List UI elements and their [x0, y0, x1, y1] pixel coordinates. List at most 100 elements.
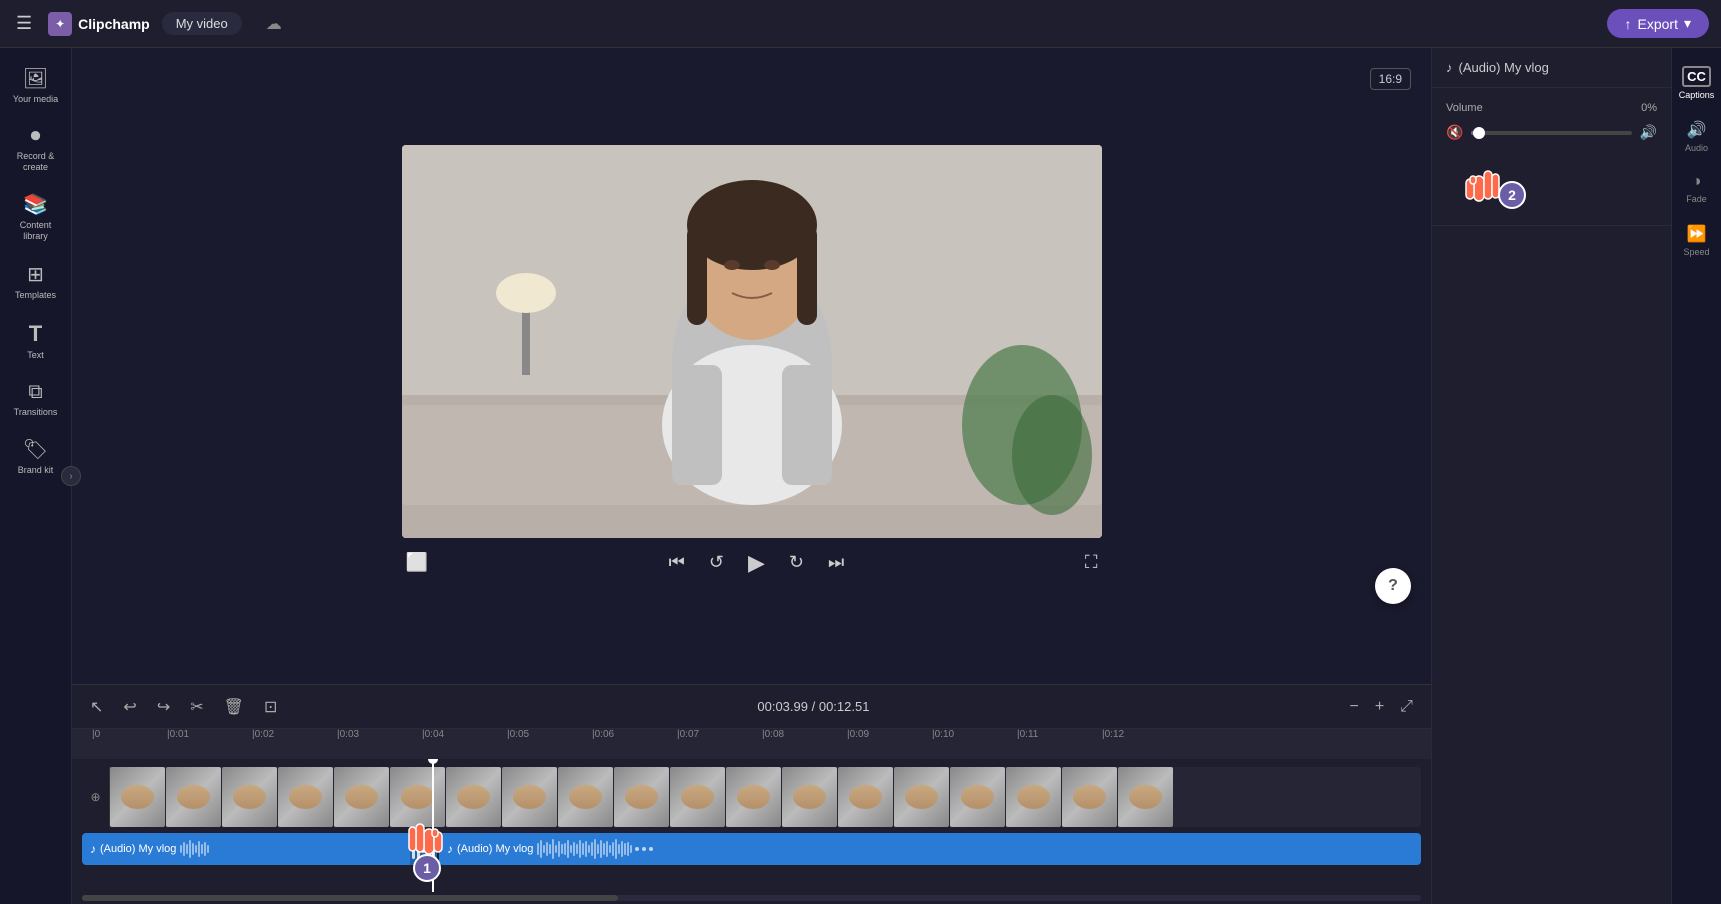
play-button[interactable]: ▶ — [744, 546, 769, 580]
preview-area: 16:9 — [72, 48, 1431, 684]
panel-title: (Audio) My vlog — [1459, 60, 1549, 75]
captions-icon: CC — [1682, 66, 1711, 87]
panel-title-icon: ♪ — [1446, 60, 1453, 75]
select-tool-button[interactable]: ↖ — [84, 693, 109, 721]
video-track-add[interactable]: ⊕ — [82, 767, 110, 827]
audio-waveform-1 — [180, 839, 429, 859]
zoom-controls: − + ⤢ — [1343, 694, 1419, 720]
sidebar-item-your-media[interactable]: 🖼 Your media — [4, 58, 68, 113]
split-arrow-right[interactable]: ▶ — [422, 844, 430, 855]
audio-track-row: ♪ (Audio) My vlog — [82, 833, 1421, 865]
record-create-icon: ⏺ — [31, 125, 41, 148]
logo: ✦ Clipchamp — [48, 12, 150, 36]
tab-label: My video — [176, 16, 228, 31]
center-area: 16:9 — [72, 48, 1431, 904]
video-background — [402, 145, 1102, 538]
skip-back-button[interactable]: ⏮ — [665, 548, 689, 577]
right-panel: ♪ (Audio) My vlog Volume 0% 🔇 🔊 — [1431, 48, 1671, 904]
redo-button[interactable]: ↪ — [151, 693, 176, 721]
tab-captions-label: Captions — [1679, 90, 1715, 100]
ruler-mark-0: |0 — [92, 729, 100, 740]
audio-track-2[interactable]: ♪ (Audio) My vlog — [439, 833, 1421, 865]
tab-fade-label: Fade — [1686, 194, 1707, 204]
audio-waveform-2 — [537, 839, 1413, 859]
volume-slider[interactable] — [1471, 131, 1631, 135]
ruler-marks: |0 |0:01 |0:02 |0:03 |0:04 |0:05 |0:06 |… — [82, 729, 1431, 755]
sidebar-collapse-button[interactable]: › — [61, 466, 81, 486]
thumb-frame — [670, 767, 725, 827]
volume-label-row: Volume 0% — [1446, 102, 1657, 114]
audio-track-2-icon: ♪ — [447, 842, 453, 856]
sidebar-item-content-library[interactable]: 📚 Contentlibrary — [4, 184, 68, 250]
cut-button[interactable]: ✂ — [184, 693, 209, 721]
help-button[interactable]: ? — [1375, 568, 1411, 604]
thumb-frame — [838, 767, 893, 827]
thumb-frame — [334, 767, 389, 827]
expand-timeline-button[interactable]: ⤢ — [1394, 694, 1419, 720]
topbar-right: ↑ Export ▾ — [1607, 9, 1710, 38]
zoom-out-button[interactable]: − — [1343, 694, 1364, 720]
thumb-frame — [614, 767, 669, 827]
thumb-frame — [558, 767, 613, 827]
sidebar-item-transitions[interactable]: ⧉ Transitions — [4, 373, 68, 426]
sidebar-item-brand-kit[interactable]: 🏷 Brand kit — [4, 429, 68, 484]
audio-track-1-label: (Audio) My vlog — [100, 843, 176, 855]
audio-track-1[interactable]: ♪ (Audio) My vlog — [82, 833, 437, 865]
scrollbar-thumb[interactable] — [82, 895, 618, 901]
sidebar-item-record-create[interactable]: ⏺ Record &create — [4, 117, 68, 181]
delete-button[interactable]: 🗑 — [218, 693, 250, 721]
export-button[interactable]: ↑ Export ▾ — [1607, 9, 1710, 38]
export-frame-button[interactable]: ⊡ — [258, 693, 283, 721]
brand-kit-icon: 🏷 — [23, 437, 48, 462]
video-tab[interactable]: My video — [162, 12, 242, 35]
aspect-ratio-badge: 16:9 — [1370, 68, 1411, 90]
thumb-frame — [110, 767, 165, 827]
timeline-timecode: 00:03.99 / 00:12.51 — [757, 699, 869, 714]
rewind-button[interactable]: ↺ — [705, 548, 728, 577]
thumb-frame — [278, 767, 333, 827]
sidebar-item-label-transitions: Transitions — [14, 407, 58, 418]
hand-cursor-2-icon — [1456, 151, 1506, 211]
playhead-handle[interactable] — [428, 759, 438, 764]
video-preview — [402, 145, 1102, 538]
volume-label: Volume — [1446, 102, 1483, 114]
ruler-mark-5: |0:05 — [507, 729, 529, 740]
undo-button[interactable]: ↩ — [117, 693, 142, 721]
ruler-mark-2: |0:02 — [252, 729, 274, 740]
timeline-scrollbar[interactable] — [72, 892, 1431, 904]
tab-audio-label: Audio — [1685, 143, 1708, 153]
video-thumbnails — [110, 767, 1421, 827]
thumb-frame — [950, 767, 1005, 827]
tab-fade[interactable]: ◑ Fade — [1674, 165, 1720, 212]
tab-speed[interactable]: ⏩ Speed — [1674, 216, 1720, 265]
forward-button[interactable]: ↻ — [785, 548, 808, 577]
tab-captions[interactable]: CC Captions — [1674, 58, 1720, 108]
zoom-in-button[interactable]: + — [1369, 694, 1390, 720]
fullscreen-button[interactable]: ⛶ — [1081, 548, 1102, 577]
volume-value: 0% — [1641, 102, 1657, 114]
logo-icon: ✦ — [48, 12, 72, 36]
thumb-frame — [502, 767, 557, 827]
skip-forward-button[interactable]: ⏭ — [824, 548, 848, 577]
controls-left: ⬜ — [402, 548, 432, 577]
split-handle-left[interactable] — [412, 839, 415, 859]
cloud-icon: ☁ — [266, 14, 282, 34]
sidebar-item-text[interactable]: T Text — [4, 313, 68, 369]
playhead[interactable] — [432, 759, 434, 892]
hamburger-menu-button[interactable]: ☰ — [12, 9, 36, 38]
caption-toggle-button[interactable]: ⬜ — [402, 548, 432, 577]
tab-audio[interactable]: 🔊 Audio — [1674, 112, 1720, 161]
ruler-mark-10: |0:10 — [932, 729, 954, 740]
sidebar-item-label-brand-kit: Brand kit — [18, 465, 54, 476]
tab-speed-label: Speed — [1683, 247, 1709, 257]
split-handle-right[interactable] — [417, 839, 420, 859]
audio-track-1-icon: ♪ — [90, 842, 96, 856]
text-icon: T — [29, 321, 42, 347]
volume-thumb[interactable] — [1473, 127, 1485, 139]
sidebar-item-templates[interactable]: ⊞ Templates — [4, 254, 68, 309]
thumb-frame — [1062, 767, 1117, 827]
scrollbar-track — [82, 895, 1421, 901]
export-chevron-icon: ▾ — [1684, 15, 1691, 32]
video-track[interactable]: ⊕ — [82, 767, 1421, 827]
controls-center: ⏮ ↺ ▶ ↻ ⏭ — [665, 546, 849, 580]
